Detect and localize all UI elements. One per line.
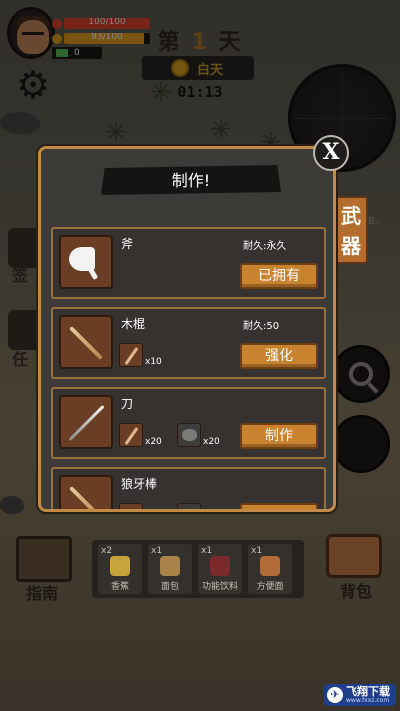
- guide-button[interactable]: 指南: [12, 536, 76, 603]
- item-name: 狼牙棒: [121, 477, 158, 491]
- stone-icon: [177, 423, 201, 447]
- energy-drink-icon: [210, 556, 230, 576]
- wood-stick-icon: [119, 423, 143, 447]
- watermark-title: 飞翔下载: [346, 685, 390, 698]
- banana-icon: [110, 556, 130, 576]
- material: x10: [119, 343, 162, 367]
- modal-title: 制作!: [171, 171, 211, 190]
- stick-shape: [69, 326, 103, 360]
- quick-slot-name: 面包: [160, 582, 179, 592]
- chest-icon: [326, 534, 382, 578]
- watermark-logo-icon: ✈: [327, 687, 343, 703]
- crafting-modal: 制作! 斧 耐久:永久 已拥有 木棍 耐久:50 x10 强化 刀 x20 x2…: [38, 146, 336, 512]
- quick-slot[interactable]: x2 香蕉: [98, 544, 142, 594]
- quick-slots: x2 香蕉 x1 面包 x1 功能饮料 x1 方便面: [92, 540, 304, 598]
- quick-slot-name: 功能饮料: [201, 582, 238, 592]
- material: [177, 503, 201, 509]
- quick-slot[interactable]: x1 功能饮料: [198, 544, 242, 594]
- guide-label: 指南: [26, 584, 59, 603]
- quick-slot[interactable]: x1 面包: [148, 544, 192, 594]
- item-name: 刀: [121, 397, 134, 411]
- wood-stick-icon: [119, 503, 143, 509]
- quick-slot-name: 香蕉: [110, 582, 129, 592]
- tab-weapons-line1: 武: [341, 204, 361, 228]
- noodles-icon: [260, 556, 280, 576]
- watermark: ✈ 飞翔下载 www.fxxz.com: [324, 684, 396, 706]
- material: x20: [177, 423, 220, 447]
- mini-stick: [124, 346, 139, 366]
- material-qty: x20: [203, 437, 220, 447]
- owned-button[interactable]: 已拥有: [240, 263, 318, 289]
- item-name: 木棍: [121, 317, 146, 331]
- item-name: 斧: [121, 237, 134, 251]
- craft-button[interactable]: [240, 503, 318, 509]
- item-durability: 耐久:永久: [243, 241, 287, 252]
- stick-icon: [59, 315, 113, 369]
- quick-slot-count: x2: [101, 546, 113, 556]
- mace-shape: [69, 486, 103, 509]
- book-icon: [16, 536, 72, 582]
- craft-item: 木棍 耐久:50 x10 强化: [51, 307, 326, 379]
- craft-item: 斧 耐久:永久 已拥有: [51, 227, 326, 299]
- axe-icon: [59, 235, 113, 289]
- axe-head: [69, 247, 95, 271]
- mini-stone: [182, 429, 197, 441]
- watermark-text: 飞翔下载 www.fxxz.com: [346, 686, 390, 704]
- watermark-url: www.fxxz.com: [346, 697, 390, 704]
- craft-list[interactable]: 斧 耐久:永久 已拥有 木棍 耐久:50 x10 强化 刀 x20 x20 制作…: [51, 227, 326, 509]
- quick-slot-count: x1: [251, 546, 263, 556]
- knife-icon: [59, 395, 113, 449]
- close-button[interactable]: X: [313, 135, 349, 171]
- craft-button[interactable]: 制作: [240, 423, 318, 449]
- quick-slot-count: x1: [201, 546, 213, 556]
- quick-slot-count: x1: [151, 546, 163, 556]
- backpack-button[interactable]: 背包: [322, 532, 388, 601]
- stone-icon: [177, 503, 201, 509]
- material-qty: x20: [145, 437, 162, 447]
- craft-item: 狼牙棒: [51, 467, 326, 509]
- quick-slot-name: 方便面: [256, 582, 284, 592]
- quick-slot[interactable]: x1 方便面: [248, 544, 292, 594]
- tab-weapons-line2: 器: [341, 234, 361, 258]
- material: x20: [119, 423, 162, 447]
- material: [119, 503, 143, 509]
- tab-weapons[interactable]: 武 器: [334, 196, 368, 264]
- material-qty: x10: [145, 357, 162, 367]
- craft-item: 刀 x20 x20 制作: [51, 387, 326, 459]
- knife-shape: [68, 404, 105, 442]
- backpack-label: 背包: [340, 582, 373, 601]
- item-durability: 耐久:50: [243, 321, 280, 332]
- weapon-tab-hint: B。: [368, 216, 385, 227]
- mini-stick: [124, 426, 139, 446]
- wood-stick-icon: [119, 343, 143, 367]
- mace-icon: [59, 475, 113, 509]
- bread-icon: [160, 556, 180, 576]
- upgrade-button[interactable]: 强化: [240, 343, 318, 369]
